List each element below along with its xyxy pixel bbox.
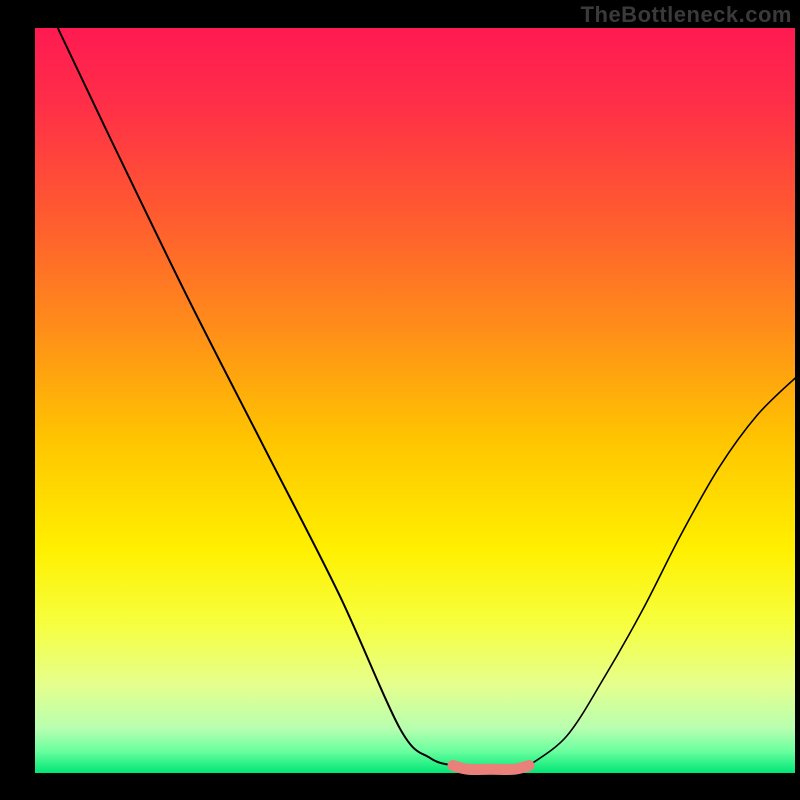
chart-frame: TheBottleneck.com (0, 0, 800, 800)
watermark-text: TheBottleneck.com (581, 2, 792, 28)
bottleneck-chart (0, 0, 800, 800)
plot-background (35, 28, 795, 773)
bottom-band-curve (453, 766, 529, 770)
